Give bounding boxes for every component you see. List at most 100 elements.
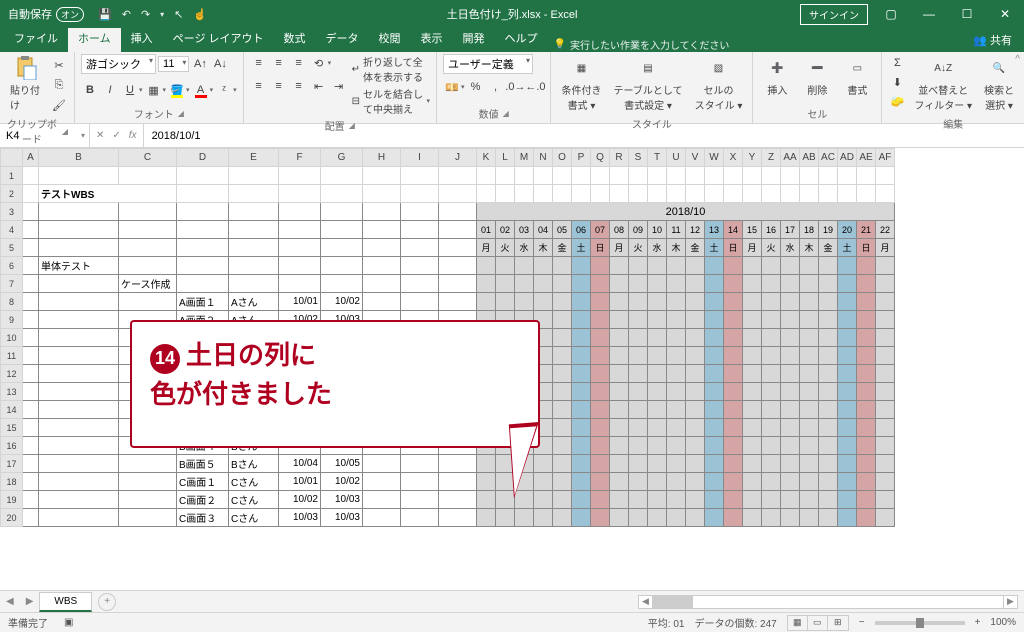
calendar-cell[interactable] [648,347,667,365]
find-select-button[interactable]: 🔍検索と 選択 ▾ [980,54,1018,114]
calendar-cell[interactable] [743,509,762,527]
cell[interactable] [629,167,648,185]
orientation-icon[interactable]: ⟲ [310,54,328,72]
calendar-cell[interactable] [781,257,800,275]
calendar-cell[interactable] [591,311,610,329]
calendar-cell[interactable] [781,509,800,527]
calendar-cell[interactable] [572,311,591,329]
calendar-cell[interactable] [686,329,705,347]
col-header[interactable]: AF [876,149,895,167]
calendar-cell[interactable] [876,509,895,527]
cell[interactable] [229,167,279,185]
calendar-cell[interactable] [667,311,686,329]
calendar-cell[interactable] [857,329,876,347]
qat-more-icon[interactable]: ▾ [160,10,164,19]
calendar-cell[interactable] [591,293,610,311]
calendar-cell[interactable] [705,401,724,419]
calendar-cell[interactable] [591,347,610,365]
month-header[interactable]: 2018/10 [477,203,895,221]
calendar-cell[interactable]: 09 [629,221,648,239]
calendar-cell[interactable] [724,419,743,437]
calendar-cell[interactable] [629,437,648,455]
calendar-cell[interactable] [838,383,857,401]
cut-icon[interactable]: ✂ [50,56,68,74]
calendar-cell[interactable] [743,275,762,293]
cell[interactable]: 10/03 [321,509,363,527]
calendar-cell[interactable] [610,473,629,491]
cell[interactable] [534,167,553,185]
calendar-cell[interactable] [686,311,705,329]
minimize-icon[interactable]: — [914,7,944,21]
calendar-cell[interactable] [610,365,629,383]
cell[interactable] [177,167,229,185]
calendar-cell[interactable] [648,257,667,275]
fill-color-icon[interactable]: 🪣 [168,81,186,99]
calendar-cell[interactable]: 金 [686,239,705,257]
font-size-select[interactable]: 11 [158,56,189,72]
cell[interactable] [743,167,762,185]
calendar-cell[interactable] [819,329,838,347]
calendar-cell[interactable] [686,401,705,419]
cell[interactable]: 10/01 [279,473,321,491]
col-header[interactable]: C [119,149,177,167]
calendar-cell[interactable] [705,491,724,509]
cell[interactable]: Cさん [229,509,279,527]
col-header[interactable]: E [229,149,279,167]
autosum-icon[interactable]: Σ [888,54,906,72]
calendar-cell[interactable] [667,365,686,383]
col-header[interactable]: J [439,149,477,167]
calendar-cell[interactable]: 木 [534,239,553,257]
calendar-cell[interactable] [572,329,591,347]
calendar-cell[interactable] [857,257,876,275]
zoom-thumb[interactable] [916,618,924,628]
chevron-down-icon[interactable]: ▾ [233,86,237,94]
calendar-cell[interactable] [762,473,781,491]
cell[interactable] [515,167,534,185]
cell[interactable] [363,167,401,185]
col-header[interactable]: H [363,149,401,167]
calendar-cell[interactable] [705,437,724,455]
cell[interactable] [496,167,515,185]
calendar-cell[interactable] [686,257,705,275]
calendar-cell[interactable] [572,473,591,491]
calendar-cell[interactable] [724,365,743,383]
col-header[interactable]: F [279,149,321,167]
calendar-cell[interactable]: 日 [857,239,876,257]
calendar-cell[interactable] [781,293,800,311]
calendar-cell[interactable] [724,257,743,275]
calendar-cell[interactable] [667,275,686,293]
col-header[interactable]: L [496,149,515,167]
calendar-cell[interactable] [876,419,895,437]
tab-home[interactable]: ホーム [68,26,121,52]
calendar-cell[interactable] [686,491,705,509]
calendar-cell[interactable] [477,257,496,275]
cell[interactable] [572,167,591,185]
row-header[interactable]: 14 [1,401,23,419]
calendar-cell[interactable] [800,455,819,473]
calendar-cell[interactable] [610,257,629,275]
calendar-cell[interactable] [477,491,496,509]
calendar-cell[interactable] [819,275,838,293]
calendar-cell[interactable] [838,347,857,365]
calendar-cell[interactable]: 土 [838,239,857,257]
calendar-cell[interactable] [781,329,800,347]
increase-indent-icon[interactable]: ⇥ [330,77,348,95]
cell[interactable] [762,167,781,185]
calendar-cell[interactable]: 19 [819,221,838,239]
add-sheet-button[interactable]: + [98,593,116,611]
calendar-cell[interactable] [667,401,686,419]
calendar-cell[interactable] [800,419,819,437]
calendar-cell[interactable] [477,509,496,527]
cell[interactable]: C画面３ [177,509,229,527]
calendar-cell[interactable] [610,329,629,347]
calendar-cell[interactable] [724,437,743,455]
calendar-cell[interactable] [686,275,705,293]
calendar-cell[interactable] [610,293,629,311]
calendar-cell[interactable] [572,401,591,419]
calendar-cell[interactable] [515,293,534,311]
calendar-cell[interactable]: 月 [743,239,762,257]
calendar-cell[interactable] [857,383,876,401]
calendar-cell[interactable] [572,347,591,365]
cell[interactable] [39,167,119,185]
calendar-cell[interactable] [591,473,610,491]
